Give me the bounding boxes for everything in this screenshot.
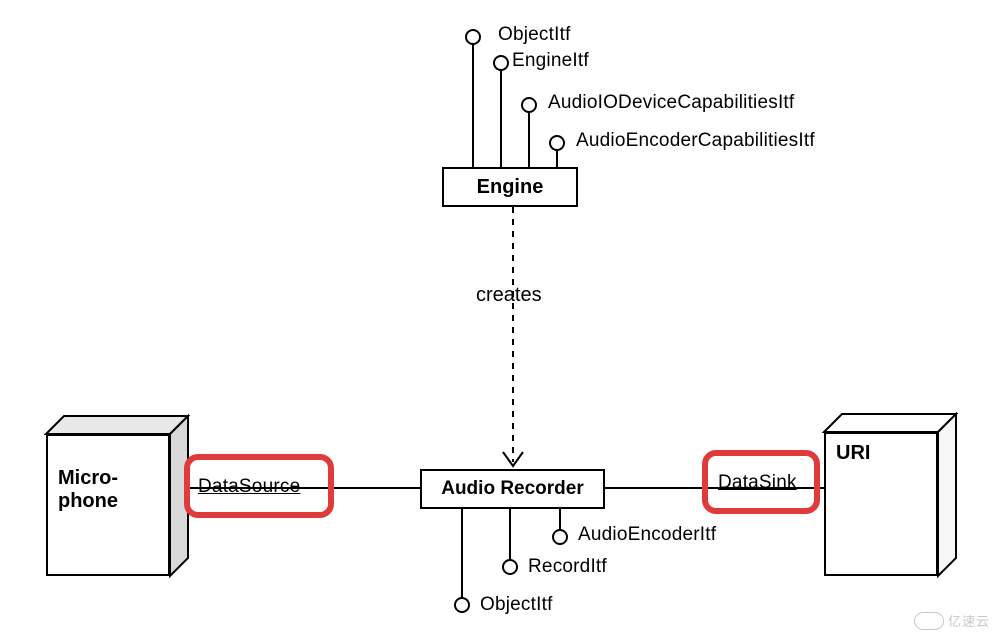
recorder-itf-audioencoder: AudioEncoderItf <box>578 524 716 546</box>
engine-itf-objectitf: ObjectItf <box>498 24 571 46</box>
engine-itf-engineitf: EngineItf <box>512 50 589 72</box>
engine-itf-audioenccaps: AudioEncoderCapabilitiesItf <box>576 130 815 152</box>
datasource-label: DataSource <box>198 476 300 498</box>
microphone-label: Micro- phone <box>58 467 118 512</box>
cloud-icon <box>914 612 944 630</box>
engine-itf-audioiodevcaps: AudioIODeviceCapabilitiesItf <box>548 92 794 114</box>
engine-box: Engine <box>442 167 578 207</box>
uri-node: URI <box>824 414 956 576</box>
watermark-text: 亿速云 <box>948 611 990 630</box>
watermark: 亿速云 <box>914 611 990 630</box>
uri-label: URI <box>836 442 870 464</box>
creates-label: creates <box>476 284 542 307</box>
engine-label: Engine <box>477 176 544 199</box>
datasink-label: DataSink <box>718 472 797 494</box>
audio-recorder-box: Audio Recorder <box>420 469 605 509</box>
audio-recorder-label: Audio Recorder <box>441 478 584 500</box>
recorder-itf-recorditf: RecordItf <box>528 556 607 578</box>
microphone-node: Micro- phone <box>46 416 188 576</box>
recorder-itf-objectitf2: ObjectItf <box>480 594 553 616</box>
